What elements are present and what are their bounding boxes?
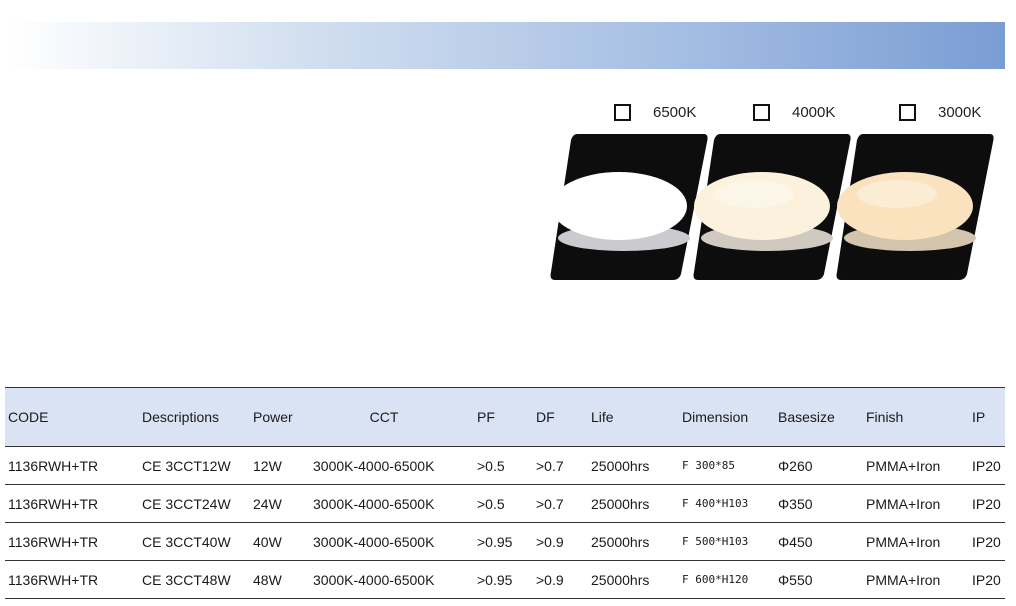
cell-description: CE 3CCT48W — [142, 571, 231, 588]
cell-pf: >0.5 — [477, 457, 505, 474]
cct-label: 3000K — [938, 103, 982, 121]
cell-code: 1136RWH+TR — [8, 533, 99, 550]
cell-dimension: F 500*H103 — [682, 535, 749, 548]
cell-cct: 3000K-4000-6500K — [313, 533, 435, 550]
cell-life: 25000hrs — [591, 495, 650, 512]
lamp-highlight — [714, 180, 794, 208]
cell-ip: IP20 — [972, 571, 1001, 588]
cell-life: 25000hrs — [591, 571, 650, 588]
table-header: CODE Descriptions Power CCT PF DF Life D… — [5, 387, 1005, 447]
cct-label: 4000K — [792, 103, 836, 121]
cct-option-6500k[interactable]: 6500K — [614, 100, 696, 124]
cell-finish: PMMA+Iron — [866, 533, 941, 550]
header-banner — [5, 22, 1005, 69]
cell-finish: PMMA+Iron — [866, 571, 941, 588]
cct-options: 6500K 4000K 3000K — [0, 100, 1016, 124]
cell-ip: IP20 — [972, 533, 1001, 550]
cell-pf: >0.5 — [477, 495, 505, 512]
cell-description: CE 3CCT24W — [142, 495, 231, 512]
table-row: 1136RWH+TR CE 3CCT12W 12W 3000K-4000-6500K >… — [5, 447, 1005, 485]
spec-table: CODE Descriptions Power CCT PF DF Life D… — [5, 387, 1005, 599]
cell-dimension: F 400*H103 — [682, 497, 749, 510]
cell-basesize: Φ260 — [778, 457, 813, 474]
cell-dimension: F 600*H120 — [682, 573, 749, 586]
header-code: CODE — [8, 409, 49, 425]
lamp-image-3000k — [836, 134, 994, 280]
table-row: 1136RWH+TR CE 3CCT24W 24W 3000K-4000-6500K >… — [5, 485, 1005, 523]
cell-basesize: Φ450 — [778, 533, 813, 550]
cell-cct: 3000K-4000-6500K — [313, 457, 435, 474]
header-basesize: Basesize — [778, 409, 835, 425]
cell-description: CE 3CCT12W — [142, 457, 231, 474]
cell-finish: PMMA+Iron — [866, 457, 941, 474]
header-pf: PF — [477, 409, 495, 425]
header-descriptions: Descriptions — [142, 409, 220, 425]
cct-option-3000k[interactable]: 3000K — [899, 100, 981, 124]
cct-option-4000k[interactable]: 4000K — [753, 100, 835, 124]
cell-pf: >0.95 — [477, 533, 513, 550]
cell-description: CE 3CCT40W — [142, 533, 231, 550]
cell-power: 12W — [253, 457, 282, 474]
cell-df: >0.7 — [536, 457, 564, 474]
cell-life: 25000hrs — [591, 533, 650, 550]
header-power: Power — [253, 409, 293, 425]
header-finish: Finish — [866, 409, 904, 425]
cell-code: 1136RWH+TR — [8, 457, 99, 474]
cell-code: 1136RWH+TR — [8, 571, 99, 588]
cell-finish: PMMA+Iron — [866, 495, 941, 512]
cell-life: 25000hrs — [591, 457, 650, 474]
lamp-image-6500k — [550, 134, 708, 280]
lamp-highlight — [571, 180, 651, 208]
cell-cct: 3000K-4000-6500K — [313, 495, 435, 512]
table-row: 1136RWH+TR CE 3CCT48W 48W 3000K-4000-6500K >… — [5, 561, 1005, 599]
header-life: Life — [591, 409, 614, 425]
cell-df: >0.9 — [536, 533, 564, 550]
table-body: 1136RWH+TR CE 3CCT12W 12W 3000K-4000-6500K >… — [5, 447, 1005, 599]
cell-df: >0.9 — [536, 571, 564, 588]
header-ip: IP — [972, 409, 986, 425]
header-cct: CCT — [369, 409, 399, 425]
cell-power: 24W — [253, 495, 282, 512]
header-dimension: Dimension — [682, 409, 749, 425]
cell-code: 1136RWH+TR — [8, 495, 99, 512]
cell-basesize: Φ350 — [778, 495, 813, 512]
cell-ip: IP20 — [972, 457, 1001, 474]
lamp-image-4000k — [693, 134, 851, 280]
cell-power: 40W — [253, 533, 282, 550]
cell-power: 48W — [253, 571, 282, 588]
cell-pf: >0.95 — [477, 571, 513, 588]
cell-df: >0.7 — [536, 495, 564, 512]
checkbox-icon[interactable] — [899, 103, 916, 121]
checkbox-icon[interactable] — [753, 103, 770, 121]
header-df: DF — [536, 409, 555, 425]
cell-dimension: F 300*85 — [682, 459, 735, 472]
cell-cct: 3000K-4000-6500K — [313, 571, 435, 588]
table-row: 1136RWH+TR CE 3CCT40W 40W 3000K-4000-6500K >… — [5, 523, 1005, 561]
cell-basesize: Φ550 — [778, 571, 813, 588]
cct-label: 6500K — [653, 103, 697, 121]
checkbox-icon[interactable] — [614, 103, 631, 121]
cell-ip: IP20 — [972, 495, 1001, 512]
lamp-highlight — [857, 180, 937, 208]
